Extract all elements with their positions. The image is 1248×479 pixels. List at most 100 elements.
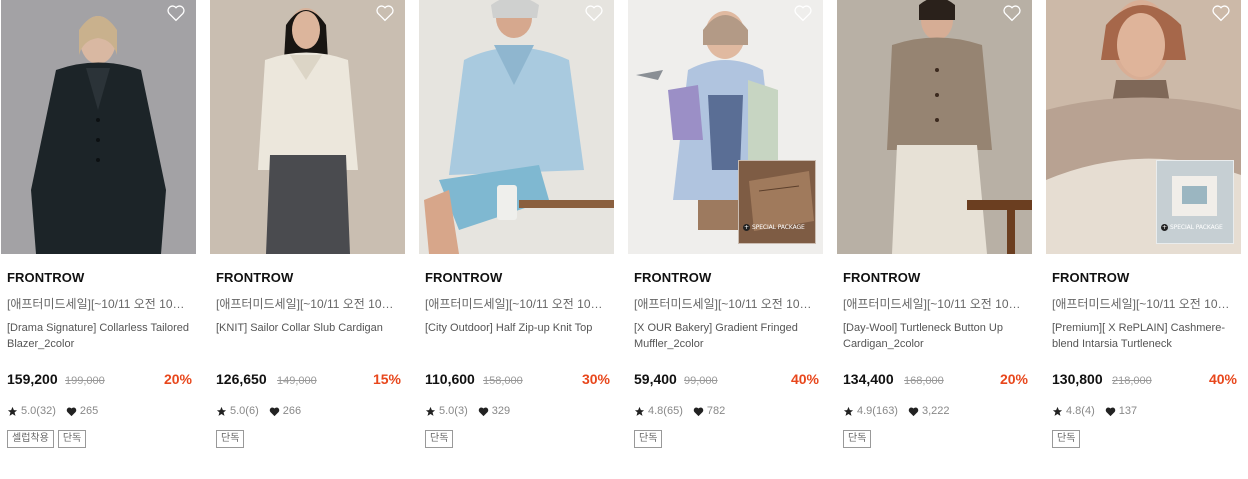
heart-filled-icon	[1105, 407, 1115, 416]
brand-name[interactable]: FRONTROW	[1052, 270, 1129, 285]
product-tags: 단독	[216, 430, 245, 448]
brand-name[interactable]: FRONTROW	[7, 270, 84, 285]
review-summary: 4.8(65) 782	[634, 405, 725, 417]
wishlist-heart-icon[interactable]	[1211, 4, 1231, 22]
promo-text: [애프터미드세일][~10/11 오전 10시 종료]	[634, 297, 819, 311]
discount-rate: 40%	[1208, 371, 1237, 387]
special-package-badge: + SPECIAL PACKAGE	[738, 160, 816, 244]
like-count: 3,222	[921, 405, 950, 417]
original-price: 218,000	[1112, 375, 1152, 387]
discount-rate: 20%	[163, 371, 192, 387]
tag-badge: 단독	[216, 430, 245, 448]
like-count: 782	[706, 405, 726, 417]
product-card[interactable]: FRONTROW [애프터미드세일][~10/11 오전 10시 종료] [KN…	[210, 0, 405, 479]
product-image[interactable]	[837, 0, 1032, 254]
product-image[interactable]	[210, 0, 405, 254]
like-count: 265	[79, 405, 99, 417]
original-price: 199,000	[65, 375, 105, 387]
discount-rate: 30%	[581, 371, 610, 387]
star-icon	[1052, 406, 1063, 416]
heart-filled-icon	[908, 407, 919, 416]
product-tags: 단독	[843, 430, 872, 448]
discount-rate: 20%	[999, 371, 1028, 387]
discount-rate: 15%	[372, 371, 401, 387]
brand-name[interactable]: FRONTROW	[634, 270, 711, 285]
tag-badge: 단독	[57, 430, 87, 448]
rating-score: 5.0(6)	[230, 405, 259, 417]
rating-score: 4.8(4)	[1066, 405, 1095, 417]
sale-price: 134,400	[843, 371, 894, 387]
sale-price: 130,800	[1052, 371, 1103, 387]
product-card[interactable]: FRONTROW [애프터미드세일][~10/11 오전 10시 종료] [Ci…	[419, 0, 614, 479]
review-summary: 5.0(3) 329	[425, 405, 510, 417]
tag-badge: 단독	[1052, 430, 1081, 448]
special-package-label: SPECIAL PACKAGE	[1170, 224, 1223, 231]
product-name[interactable]: [Premium][ X RePLAIN] Cashmere-blend Int…	[1052, 320, 1237, 352]
review-summary: 4.8(4) 137	[1052, 405, 1137, 417]
wishlist-heart-icon[interactable]	[166, 4, 186, 22]
product-name[interactable]: [X OUR Bakery] Gradient Fringed Muffler_…	[634, 320, 819, 352]
like-count: 137	[1118, 405, 1138, 417]
sale-price: 110,600	[425, 371, 475, 387]
rating-score: 4.8(65)	[648, 405, 683, 417]
discount-rate: 40%	[790, 371, 819, 387]
product-name[interactable]: [Drama Signature] Collarless Tailored Bl…	[7, 320, 192, 352]
product-card[interactable]: + SPECIAL PACKAGE FRONTROW [애프터미드세일][~10/…	[1046, 0, 1241, 479]
wishlist-heart-icon[interactable]	[375, 4, 395, 22]
tag-badge: 셀럽착용	[7, 430, 54, 448]
star-icon	[425, 406, 436, 416]
product-tags: 단독	[1052, 430, 1081, 448]
product-name[interactable]: [Day-Wool] Turtleneck Button Up Cardigan…	[843, 320, 1028, 352]
special-package-badge: + SPECIAL PACKAGE	[1156, 160, 1234, 244]
sale-price: 59,400	[634, 371, 677, 387]
product-name[interactable]: [KNIT] Sailor Collar Slub Cardigan	[216, 320, 401, 336]
brand-name[interactable]: FRONTROW	[216, 270, 293, 285]
sale-price: 159,200	[7, 371, 58, 387]
promo-text: [애프터미드세일][~10/11 오전 10시 종료]	[7, 297, 192, 311]
like-count: 266	[282, 405, 302, 417]
tag-badge: 단독	[425, 430, 454, 448]
star-icon	[216, 406, 227, 416]
wishlist-heart-icon[interactable]	[584, 4, 604, 22]
product-name[interactable]: [City Outdoor] Half Zip-up Knit Top	[425, 320, 610, 336]
original-price: 168,000	[904, 375, 944, 387]
promo-text: [애프터미드세일][~10/11 오전 10시 종료]	[216, 297, 401, 311]
special-package-label: SPECIAL PACKAGE	[752, 224, 805, 231]
promo-text: [애프터미드세일][~10/11 오전 10시 종료]	[1052, 297, 1237, 311]
product-card[interactable]: FRONTROW [애프터미드세일][~10/11 오전 10시 종료] [Dr…	[1, 0, 196, 479]
product-tags: 단독	[425, 430, 454, 448]
review-summary: 5.0(6) 266	[216, 405, 301, 417]
sale-price: 126,650	[216, 371, 267, 387]
product-tags: 셀럽착용 단독	[7, 430, 87, 448]
plus-icon: +	[743, 224, 750, 231]
promo-text: [애프터미드세일][~10/11 오전 10시 종료]	[843, 297, 1028, 311]
star-icon	[7, 406, 18, 416]
brand-name[interactable]: FRONTROW	[843, 270, 920, 285]
product-image[interactable]	[419, 0, 614, 254]
brand-name[interactable]: FRONTROW	[425, 270, 502, 285]
product-image[interactable]: + SPECIAL PACKAGE	[628, 0, 823, 254]
heart-filled-icon	[478, 407, 488, 416]
product-card[interactable]: + SPECIAL PACKAGE FRONTROW [애프터미드세일][~10/…	[628, 0, 823, 479]
rating-score: 5.0(3)	[439, 405, 468, 417]
wishlist-heart-icon[interactable]	[793, 4, 813, 22]
rating-score: 5.0(32)	[21, 405, 56, 417]
wishlist-heart-icon[interactable]	[1002, 4, 1022, 22]
promo-text: [애프터미드세일][~10/11 오전 10시 종료]	[425, 297, 610, 311]
heart-filled-icon	[269, 407, 279, 416]
heart-filled-icon	[66, 407, 77, 416]
plus-icon: +	[1161, 224, 1168, 231]
review-summary: 4.9(163) 3,222	[843, 405, 950, 417]
original-price: 158,000	[483, 375, 523, 387]
tag-badge: 단독	[634, 430, 663, 448]
like-count: 329	[491, 405, 511, 417]
star-icon	[634, 406, 645, 416]
original-price: 99,000	[684, 375, 718, 387]
product-card[interactable]: FRONTROW [애프터미드세일][~10/11 오전 10시 종료] [Da…	[837, 0, 1032, 479]
product-tags: 단독	[634, 430, 663, 448]
product-image[interactable]: + SPECIAL PACKAGE	[1046, 0, 1241, 254]
original-price: 149,000	[277, 375, 317, 387]
review-summary: 5.0(32) 265	[7, 405, 98, 417]
product-image[interactable]	[1, 0, 196, 254]
tag-badge: 단독	[843, 430, 872, 448]
